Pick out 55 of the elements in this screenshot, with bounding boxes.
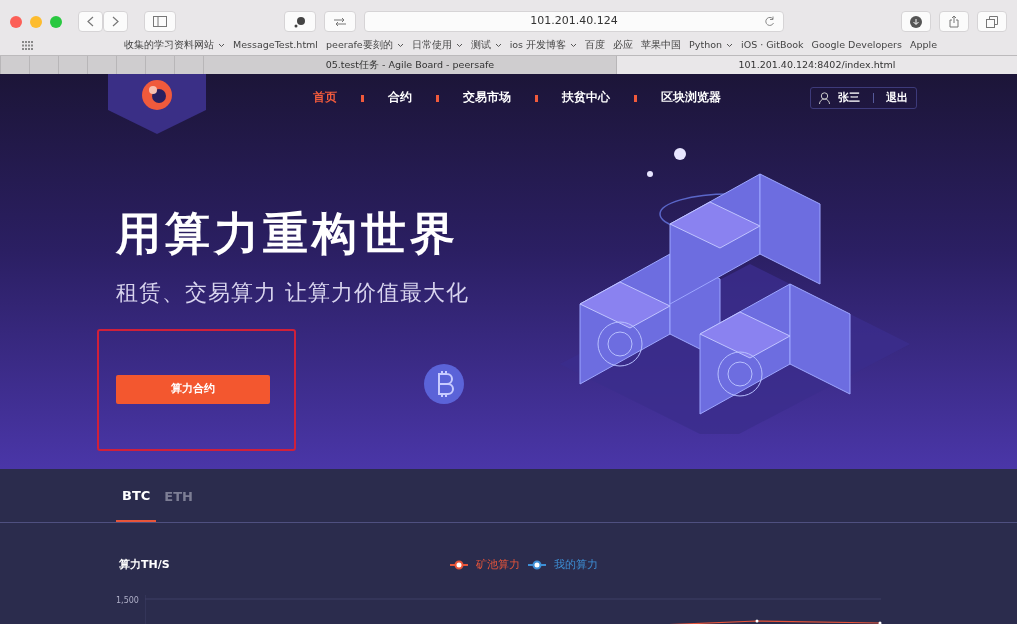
bookmark-link[interactable]: 收集的学习资料网站 xyxy=(124,37,225,53)
bookmark-link[interactable]: 必应 xyxy=(613,37,634,53)
nav-separator-icon xyxy=(634,94,637,102)
nav-link[interactable]: 区块浏览器 xyxy=(661,89,721,107)
user-name[interactable]: 张三 xyxy=(838,89,860,107)
user-icon xyxy=(819,92,830,104)
coin-tab[interactable]: BTC xyxy=(116,486,157,522)
bookmark-link[interactable]: 苹果中国 xyxy=(641,37,682,53)
legend-label[interactable]: 矿池算力 xyxy=(475,556,520,573)
downloads-button[interactable] xyxy=(901,11,931,32)
nav-link[interactable]: 合约 xyxy=(388,89,412,107)
bookmark-link[interactable]: MessageTest.html xyxy=(233,37,318,53)
maximize-button[interactable] xyxy=(50,15,62,28)
nav-link[interactable]: 扶贫中心 xyxy=(562,89,610,107)
bookmark-link[interactable]: iOS · GitBook xyxy=(741,37,804,53)
tabs-icon xyxy=(986,15,998,28)
grid-icon[interactable] xyxy=(22,40,34,50)
hero-title: 用算力重构世界 xyxy=(116,206,460,262)
extension-button[interactable] xyxy=(284,11,316,32)
bookmark-link[interactable]: peerafe要刻的 xyxy=(326,37,404,53)
close-button[interactable] xyxy=(10,15,22,28)
sidebar-button[interactable] xyxy=(144,11,176,32)
logo-icon[interactable] xyxy=(108,74,206,134)
bitcoin-coin-icon xyxy=(424,364,464,404)
axis-tick-label: 1,500 xyxy=(116,595,139,607)
chart-title: 算力TH/S xyxy=(119,556,170,573)
chevron-left-icon xyxy=(87,16,94,27)
share-icon xyxy=(949,15,959,28)
back-button[interactable] xyxy=(78,11,103,32)
browser-tab[interactable]: 101.201.40.124:8402/index.html xyxy=(615,56,1017,74)
hero-subtitle: 租赁、交易算力 让算力价值最大化 xyxy=(116,278,470,307)
reload-icon[interactable] xyxy=(764,16,775,27)
bookmark-link[interactable]: 日常使用 xyxy=(411,37,463,53)
address-field[interactable]: 101.201.40.124 xyxy=(364,11,784,32)
bookmark-link[interactable]: 测试 xyxy=(470,37,502,53)
tabs-overview-button[interactable] xyxy=(977,11,1007,32)
forward-button[interactable] xyxy=(103,11,128,32)
logout-link[interactable]: 退出 xyxy=(886,89,908,107)
nav-link[interactable]: 交易市场 xyxy=(463,89,511,107)
legend-label[interactable]: 我的算力 xyxy=(553,556,598,573)
bookmark-link[interactable]: ios 开发博客 xyxy=(509,37,578,53)
bookmark-link[interactable]: Google Developers xyxy=(811,37,902,53)
bookmark-link[interactable]: Python xyxy=(689,37,733,53)
nav-separator-icon xyxy=(535,94,538,102)
chevron-right-icon xyxy=(112,16,119,27)
share-button[interactable] xyxy=(939,11,969,32)
url-text: 101.201.40.124 xyxy=(530,13,618,30)
nav-link[interactable]: 首页 xyxy=(313,89,337,107)
bookmark-link[interactable]: 百度 xyxy=(585,37,606,53)
swap-arrows-icon xyxy=(333,16,347,27)
sidebar-icon xyxy=(153,16,167,27)
nav-separator-icon xyxy=(436,94,439,102)
download-icon xyxy=(910,15,922,28)
nav-separator-icon xyxy=(361,94,364,102)
bookmark-link[interactable]: Apple xyxy=(909,37,937,53)
